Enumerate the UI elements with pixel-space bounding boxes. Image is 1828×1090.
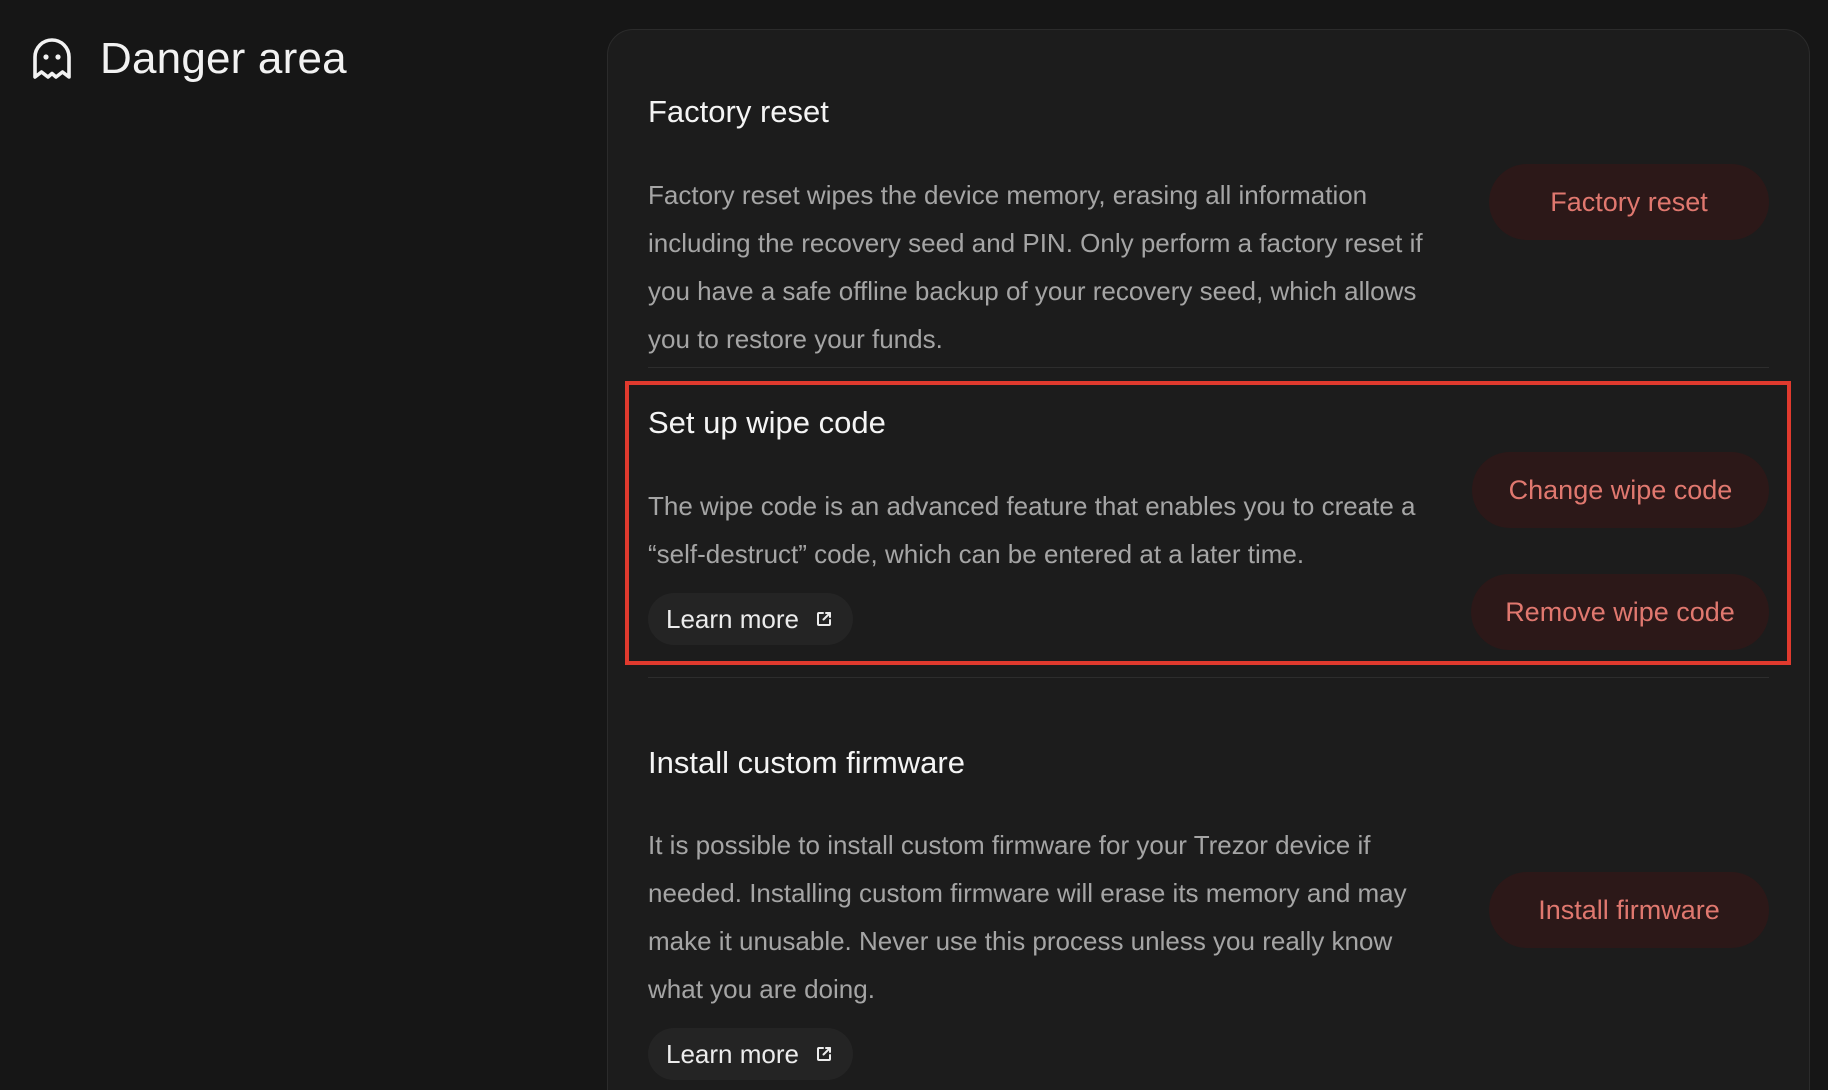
divider bbox=[648, 367, 1769, 368]
wipe-code-title: Set up wipe code bbox=[648, 405, 886, 440]
external-link-icon bbox=[815, 1045, 833, 1063]
change-wipe-code-button[interactable]: Change wipe code bbox=[1472, 452, 1769, 528]
factory-reset-description: Factory reset wipes the device memory, e… bbox=[648, 180, 1423, 354]
custom-firmware-description: It is possible to install custom firmwar… bbox=[648, 830, 1407, 1004]
wipe-code-description: The wipe code is an advanced feature tha… bbox=[648, 491, 1416, 569]
factory-reset-button[interactable]: Factory reset bbox=[1489, 164, 1769, 240]
learn-more-label: Learn more bbox=[666, 1038, 799, 1069]
danger-area-page: Danger area Factory reset Factory reset … bbox=[0, 0, 1828, 1090]
custom-firmware-title: Install custom firmware bbox=[648, 745, 965, 780]
wipe-code-learn-more-button[interactable]: Learn more bbox=[648, 593, 853, 645]
section-header: Danger area bbox=[30, 34, 347, 84]
danger-settings-card: Factory reset Factory reset wipes the de… bbox=[607, 29, 1810, 1090]
page-title: Danger area bbox=[100, 34, 347, 83]
external-link-icon bbox=[815, 610, 833, 628]
remove-wipe-code-button[interactable]: Remove wipe code bbox=[1471, 574, 1769, 650]
custom-firmware-row: Install custom firmware It is possible t… bbox=[648, 680, 1769, 1090]
factory-reset-title: Factory reset bbox=[648, 94, 829, 129]
wipe-code-row: Set up wipe code The wipe code is an adv… bbox=[648, 370, 1769, 700]
ghost-icon bbox=[30, 37, 74, 81]
factory-reset-row: Factory reset Factory reset wipes the de… bbox=[648, 30, 1769, 370]
divider bbox=[648, 677, 1769, 678]
learn-more-label: Learn more bbox=[666, 603, 799, 634]
custom-firmware-learn-more-button[interactable]: Learn more bbox=[648, 1028, 853, 1080]
install-firmware-button[interactable]: Install firmware bbox=[1489, 872, 1769, 948]
